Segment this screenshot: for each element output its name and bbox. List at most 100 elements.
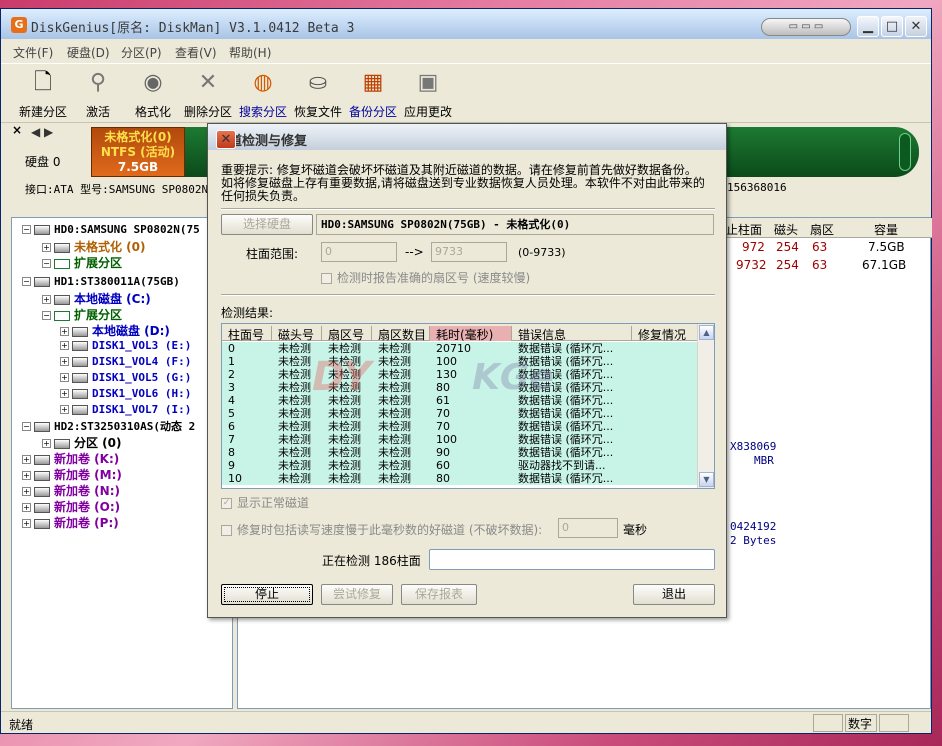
tree-node[interactable]: − HD0:SAMSUNG SP0802N(75 — [22, 222, 200, 236]
apply-changes-button[interactable]: ▣ 应用更改 — [399, 68, 457, 122]
tree-node[interactable]: + 未格式化 (0) — [42, 238, 146, 255]
menu-partition[interactable]: 分区(P) — [121, 44, 162, 61]
tree-node[interactable]: + 本地磁盘 (D:) — [60, 322, 170, 339]
expand-icon[interactable]: + — [42, 295, 51, 304]
table-row[interactable]: 5 未检测 未检测 未检测 70 数据错误 (循环冗... — [222, 407, 698, 420]
title-bar[interactable]: G DiskGenius[原名: DiskMan] V3.1.0412 Beta… — [1, 9, 931, 39]
col-sector[interactable]: 扇区号 — [322, 326, 372, 342]
tree-node[interactable]: + DISK1_VOL3 (E:) — [60, 338, 191, 352]
activate-button[interactable]: ⚲ 激活 — [69, 68, 127, 122]
tree-node[interactable]: + 新加卷 (P:) — [22, 514, 119, 531]
tree-node[interactable]: + DISK1_VOL6 (H:) — [60, 386, 191, 400]
tree-node[interactable]: + DISK1_VOL7 (I:) — [60, 402, 191, 416]
tree-node[interactable]: + 分区 (0) — [42, 434, 122, 451]
col-time-ms[interactable]: 耗时(毫秒) — [430, 326, 512, 342]
expand-icon[interactable]: + — [42, 243, 51, 252]
col-sector-count[interactable]: 扇区数目 — [372, 326, 430, 342]
search-partition-button[interactable]: ◍ 搜索分区 — [234, 68, 292, 122]
expand-icon[interactable]: + — [60, 327, 69, 336]
nav-arrows-icon[interactable]: ◀ ▶ — [31, 125, 53, 139]
expand-icon[interactable]: + — [22, 503, 31, 512]
backup-partition-button[interactable]: ▦ 备份分区 — [344, 68, 402, 122]
tree-node[interactable]: + DISK1_VOL4 (F:) — [60, 354, 191, 368]
minimize-button[interactable]: ▁ — [857, 16, 879, 37]
col-cylinder[interactable]: 柱面号 — [222, 326, 272, 342]
table-row[interactable]: 7 未检测 未检测 未检测 100 数据错误 (循环冗... — [222, 433, 698, 446]
expand-icon[interactable]: − — [22, 422, 31, 431]
table-row[interactable]: 8 未检测 未检测 未检测 90 数据错误 (循环冗... — [222, 446, 698, 459]
tree-node[interactable]: − HD2:ST3250310AS(动态 2 — [22, 418, 195, 434]
expand-icon[interactable]: + — [22, 487, 31, 496]
show-normal-checkbox[interactable]: ✓ 显示正常磁道 — [221, 494, 309, 511]
tree-node[interactable]: + 本地磁盘 (C:) — [42, 290, 151, 307]
expand-icon[interactable]: + — [22, 519, 31, 528]
col-error[interactable]: 错误信息 — [512, 326, 632, 342]
tree-node[interactable]: + 新加卷 (M:) — [22, 466, 122, 483]
format-button[interactable]: ◉ 格式化 — [124, 68, 182, 122]
select-disk-button[interactable]: 选择硬盘 — [221, 214, 313, 235]
col-heads[interactable]: 磁头 — [774, 221, 798, 238]
dialog-title-bar[interactable]: 坏道检测与修复 ✕ — [208, 124, 726, 150]
exit-button[interactable]: 退出 — [633, 584, 715, 605]
expand-icon[interactable]: + — [60, 357, 69, 366]
cylinder-from-input[interactable]: 0 — [321, 242, 397, 262]
dialog-close-button[interactable]: ✕ — [216, 130, 236, 149]
close-icon[interactable]: × — [12, 123, 22, 137]
recover-files-button[interactable]: ⛀ 恢复文件 — [289, 68, 347, 122]
col-repair[interactable]: 修复情况 — [632, 326, 698, 342]
results-scrollbar[interactable]: ▲ ▼ — [697, 324, 714, 488]
try-repair-button[interactable]: 尝试修复 — [321, 584, 393, 605]
table-row[interactable]: 4 未检测 未检测 未检测 61 数据错误 (循环冗... — [222, 394, 698, 407]
expand-icon[interactable]: + — [60, 405, 69, 414]
expand-icon[interactable]: − — [42, 311, 51, 320]
tree-node[interactable]: − HD1:ST380011A(75GB) — [22, 274, 180, 288]
tree-node[interactable]: − 扩展分区 — [42, 254, 122, 271]
tree-node[interactable]: + DISK1_VOL5 (G:) — [60, 370, 191, 384]
expand-icon[interactable]: + — [60, 341, 69, 350]
report-sector-checkbox[interactable]: 检测时报告准确的扇区号 (速度较慢) — [321, 269, 530, 286]
expand-icon[interactable]: + — [22, 455, 31, 464]
new-partition-button[interactable]: 🗋 新建分区 — [14, 68, 72, 122]
skin-pill-icon[interactable]: ▭ ▭ ▭ — [761, 18, 851, 36]
expand-icon[interactable]: − — [22, 277, 31, 286]
expand-icon[interactable]: + — [60, 389, 69, 398]
expand-icon[interactable]: + — [60, 373, 69, 382]
disk-tree[interactable]: − HD0:SAMSUNG SP0802N(75 + 未格式化 (0) − 扩展分区 − HD… — [11, 217, 233, 709]
tree-node[interactable]: − 扩展分区 — [42, 306, 122, 323]
close-button[interactable]: ✕ — [905, 16, 927, 37]
tree-node[interactable]: + 新加卷 (O:) — [22, 498, 120, 515]
table-row[interactable]: 3 未检测 未检测 未检测 80 数据错误 (循环冗... — [222, 381, 698, 394]
menu-file[interactable]: 文件(F) — [13, 44, 53, 61]
cylinder-to-input[interactable]: 9733 — [431, 242, 507, 262]
table-row[interactable]: 1 未检测 未检测 未检测 100 数据错误 (循环冗... — [222, 355, 698, 368]
table-row[interactable]: 0 未检测 未检测 未检测 20710 数据错误 (循环冗... — [222, 342, 698, 355]
maximize-button[interactable]: □ — [881, 16, 903, 37]
scroll-up-icon[interactable]: ▲ — [699, 325, 714, 340]
menu-disk[interactable]: 硬盘(D) — [67, 44, 110, 61]
expand-icon[interactable]: − — [42, 259, 51, 268]
results-table[interactable]: 柱面号 磁头号 扇区号 扇区数目 耗时(毫秒) 错误信息 修复情况 0 未检测 未检… — [221, 323, 715, 489]
table-row[interactable]: 9732 254 63 67.1GB — [726, 256, 932, 274]
col-sectors[interactable]: 扇区 — [810, 221, 834, 238]
stop-button[interactable]: 停止 — [221, 584, 313, 605]
tree-node[interactable]: + 新加卷 (N:) — [22, 482, 120, 499]
expand-icon[interactable]: − — [22, 225, 31, 234]
partition-block[interactable]: 未格式化(0) NTFS (活动) 7.5GB — [91, 127, 185, 177]
slow-ms-input[interactable]: 0 — [558, 518, 618, 538]
scroll-down-icon[interactable]: ▼ — [699, 472, 714, 487]
delete-partition-button[interactable]: ✕ 删除分区 — [179, 68, 237, 122]
col-head[interactable]: 磁头号 — [272, 326, 322, 342]
repair-slow-checkbox[interactable]: 修复时包括读写速度慢于此毫秒数的好磁道 (不破坏数据): — [221, 521, 542, 538]
tree-node[interactable]: + 新加卷 (K:) — [22, 450, 119, 467]
menu-help[interactable]: 帮助(H) — [229, 44, 271, 61]
table-row[interactable]: 9 未检测 未检测 未检测 60 驱动器找不到请... — [222, 459, 698, 472]
col-end-cyl[interactable]: 止柱面 — [726, 221, 762, 238]
table-row[interactable]: 6 未检测 未检测 未检测 70 数据错误 (循环冗... — [222, 420, 698, 433]
expand-icon[interactable]: + — [22, 471, 31, 480]
save-report-button[interactable]: 保存报表 — [401, 584, 477, 605]
menu-view[interactable]: 查看(V) — [175, 44, 217, 61]
expand-icon[interactable]: + — [42, 439, 51, 448]
table-row[interactable]: 2 未检测 未检测 未检测 130 数据错误 (循环冗... — [222, 368, 698, 381]
col-capacity[interactable]: 容量 — [874, 221, 898, 238]
table-row[interactable]: 972 254 63 7.5GB — [726, 238, 932, 256]
